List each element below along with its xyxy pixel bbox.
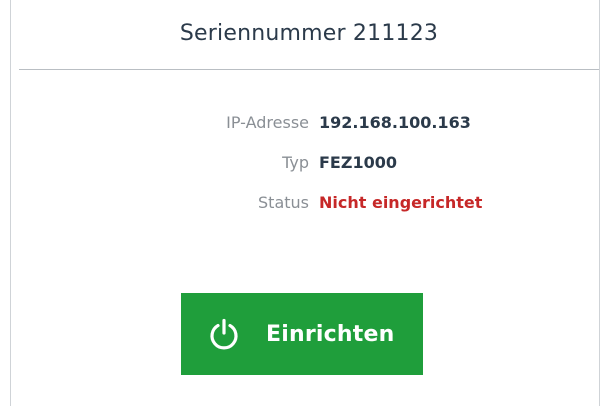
detail-row-status: Status Nicht eingerichtet bbox=[11, 193, 599, 233]
power-icon bbox=[207, 317, 241, 351]
detail-row-type: Typ FEZ1000 bbox=[11, 153, 599, 193]
ip-address-value: 192.168.100.163 bbox=[319, 113, 471, 132]
status-label: Status bbox=[258, 193, 309, 212]
card-header: Seriennummer 211123 bbox=[19, 0, 599, 70]
device-details: IP-Adresse 192.168.100.163 Typ FEZ1000 S… bbox=[11, 113, 599, 233]
setup-button[interactable]: Einrichten bbox=[181, 293, 423, 375]
type-value: FEZ1000 bbox=[319, 153, 397, 172]
type-label: Typ bbox=[282, 153, 309, 172]
setup-button-label: Einrichten bbox=[266, 321, 395, 347]
page-title: Seriennummer 211123 bbox=[179, 20, 439, 46]
detail-row-ip: IP-Adresse 192.168.100.163 bbox=[11, 113, 599, 153]
device-card: Seriennummer 211123 IP-Adresse 192.168.1… bbox=[10, 0, 600, 406]
ip-address-label: IP-Adresse bbox=[226, 113, 309, 132]
status-value: Nicht eingerichtet bbox=[319, 193, 483, 212]
